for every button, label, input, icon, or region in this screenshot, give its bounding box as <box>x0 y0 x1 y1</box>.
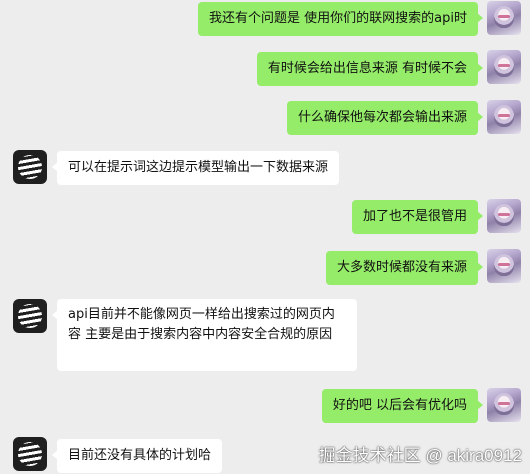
assistant-avatar[interactable] <box>13 150 47 184</box>
assistant-logo-icon <box>18 155 42 179</box>
message-bubble-incoming[interactable]: 目前还没有具体的计划哈 <box>51 439 223 473</box>
watermark: 掘金技术社区 @ akira0912 <box>318 446 522 465</box>
assistant-avatar[interactable] <box>13 299 47 333</box>
user-avatar[interactable] <box>487 100 521 134</box>
message-bubble-outgoing[interactable]: 好的吧 以后会有优化吗 <box>321 389 484 423</box>
message-bubble-outgoing[interactable]: 有时候会给出信息来源 有时候不会 <box>256 52 484 86</box>
user-avatar[interactable] <box>487 1 521 35</box>
user-avatar[interactable] <box>487 388 521 422</box>
assistant-logo-icon <box>18 304 42 328</box>
message-bubble-outgoing[interactable]: 加了也不是很管用 <box>351 200 484 234</box>
assistant-logo-icon <box>18 442 42 466</box>
assistant-avatar[interactable] <box>13 437 47 471</box>
message-bubble-outgoing[interactable]: 我还有个问题是 使用你们的联网搜索的api时 <box>198 2 483 36</box>
message-bubble-incoming[interactable]: 可以在提示词这边提示模型输出一下数据来源 <box>51 151 340 185</box>
message-bubble-incoming[interactable]: api目前并不能像网页一样给出搜索过的网页内容 主要是由于搜索内容中内容安全合规… <box>52 299 357 371</box>
message-bubble-outgoing[interactable]: 大多数时候都没有来源 <box>325 251 484 285</box>
message-bubble-outgoing[interactable]: 什么确保他每次都会输出来源 <box>286 101 484 135</box>
user-avatar[interactable] <box>487 50 521 84</box>
user-avatar[interactable] <box>487 199 521 233</box>
user-avatar[interactable] <box>487 249 521 283</box>
